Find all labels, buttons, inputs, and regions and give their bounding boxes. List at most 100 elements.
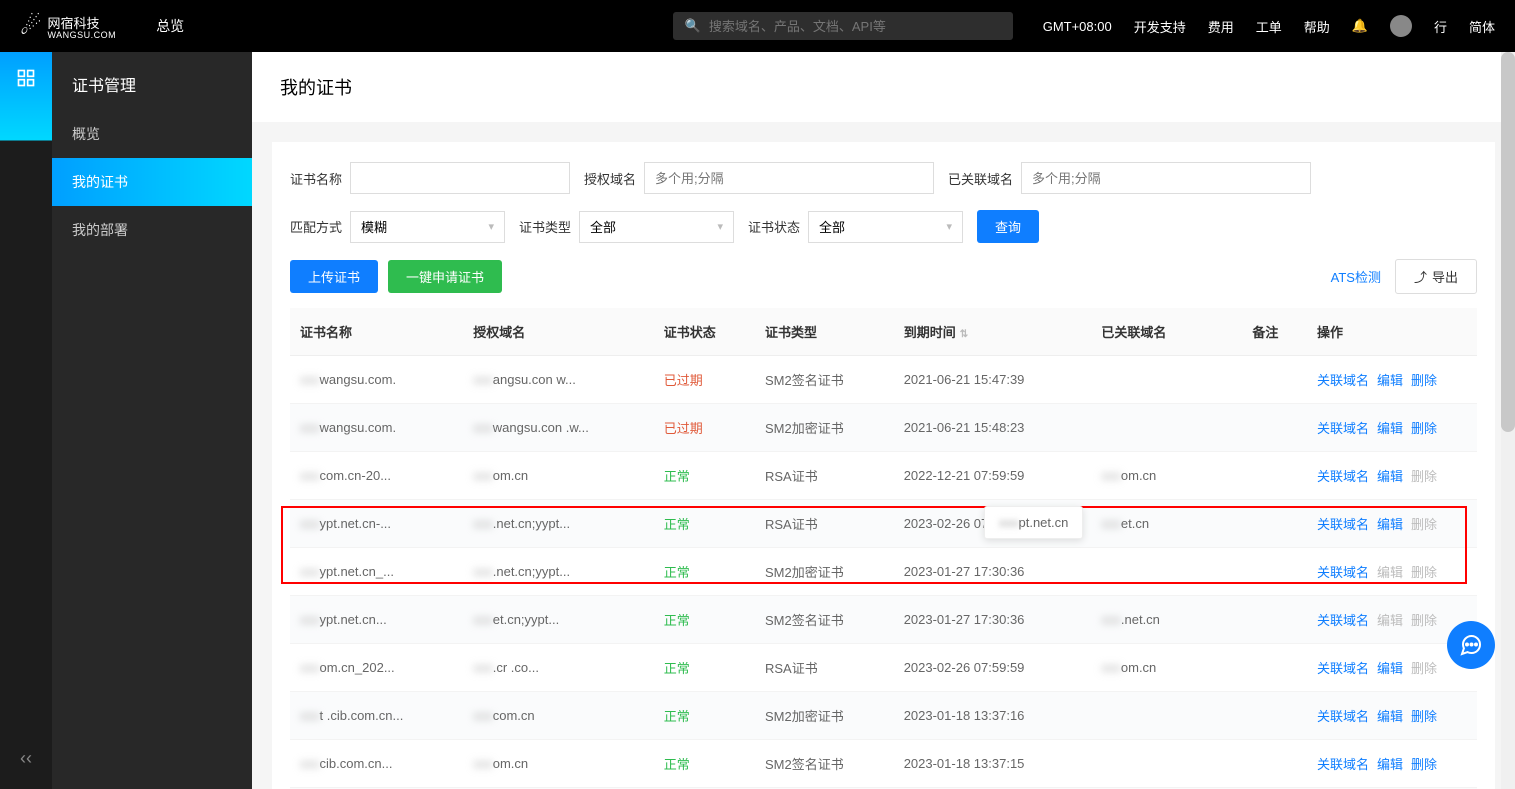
cert-table: 证书名称 授权域名 证书状态 证书类型 到期时间⇅ 已关联域名 备注 操作 xx… (290, 308, 1477, 789)
collapse-icon[interactable]: ‹‹ (20, 748, 32, 769)
edit-action[interactable]: 编辑 (1377, 661, 1403, 676)
brand-domain: WANGSU.COM (48, 30, 117, 40)
th-status[interactable]: 证书状态 (654, 308, 755, 356)
edit-action[interactable]: 编辑 (1377, 469, 1403, 484)
one-click-apply-button[interactable]: 一键申请证书 (388, 260, 502, 293)
label-cert-name: 证书名称 (290, 169, 342, 188)
th-linked[interactable]: 已关联域名 (1091, 308, 1242, 356)
link-domain-action[interactable]: 关联域名 (1317, 661, 1369, 676)
link-domain-action[interactable]: 关联域名 (1317, 373, 1369, 388)
page-title: 我的证书 (252, 52, 1515, 122)
th-name[interactable]: 证书名称 (290, 308, 463, 356)
chat-fab[interactable] (1447, 621, 1495, 669)
input-linked-domain[interactable] (1021, 162, 1311, 194)
label-cert-type: 证书类型 (519, 217, 571, 236)
sort-icon: ⇅ (960, 329, 968, 340)
link-domain-action[interactable]: 关联域名 (1317, 421, 1369, 436)
delete-action[interactable]: 删除 (1411, 469, 1437, 484)
edit-action[interactable]: 编辑 (1377, 709, 1403, 724)
secondary-nav: 证书管理 概览 我的证书 我的部署 (52, 52, 252, 789)
th-expire[interactable]: 到期时间⇅ (894, 308, 1092, 356)
table-row: xxxypt.net.cn...xxxet.cn;yypt...正常SM2签名证… (290, 596, 1477, 644)
search-icon: 🔍 (685, 18, 701, 34)
dev-support-link[interactable]: 开发支持 (1134, 17, 1186, 36)
nav-title: 证书管理 (52, 52, 252, 110)
bell-icon[interactable]: 🔔 (1352, 18, 1368, 34)
delete-action[interactable]: 删除 (1411, 421, 1437, 436)
delete-action[interactable]: 删除 (1411, 757, 1437, 772)
lang-switch[interactable]: 简体 (1469, 17, 1495, 36)
chevron-down-icon: ▾ (718, 220, 724, 233)
chevron-down-icon: ▾ (488, 220, 494, 233)
input-cert-name[interactable] (350, 162, 570, 194)
scrollbar-thumb[interactable] (1501, 52, 1515, 432)
top-header: ☄ 网宿科技 WANGSU.COM 总览 🔍 GMT+08:00 开发支持 费用… (0, 0, 1515, 52)
logo[interactable]: ☄ 网宿科技 WANGSU.COM (20, 12, 116, 41)
primary-sidebar: ‹‹ (0, 52, 52, 789)
link-domain-action[interactable]: 关联域名 (1317, 517, 1369, 532)
timezone[interactable]: GMT+08:00 (1043, 19, 1112, 34)
edit-action[interactable]: 编辑 (1377, 517, 1403, 532)
table-row: xxxom.cn_202...xxx.cr .co...正常RSA证书2023-… (290, 644, 1477, 692)
sidebar-item-my-certs[interactable]: 我的证书 (52, 158, 252, 206)
link-domain-action[interactable]: 关联域名 (1317, 757, 1369, 772)
upload-cert-button[interactable]: 上传证书 (290, 260, 378, 293)
edit-action[interactable]: 编辑 (1377, 613, 1403, 628)
apps-icon[interactable] (16, 68, 36, 88)
link-domain-action[interactable]: 关联域名 (1317, 709, 1369, 724)
search-input[interactable] (709, 19, 1001, 34)
label-auth-domain: 授权域名 (584, 169, 636, 188)
select-match-mode[interactable]: 模糊 ▾ (350, 211, 505, 243)
select-cert-status[interactable]: 全部 ▾ (808, 211, 963, 243)
table-row: xxxt .cib.com.cn...xxxcom.cn正常SM2加密证书202… (290, 692, 1477, 740)
tooltip: xxxpt.net.cn (984, 506, 1083, 539)
query-button[interactable]: 查询 (977, 210, 1039, 243)
brand-name: 网宿科技 (48, 16, 100, 31)
label-linked-domain: 已关联域名 (948, 169, 1013, 188)
user-label[interactable]: 行 (1434, 17, 1447, 36)
delete-action[interactable]: 删除 (1411, 373, 1437, 388)
upload-icon: ⤴ (1414, 267, 1427, 286)
delete-action[interactable]: 删除 (1411, 613, 1437, 628)
link-domain-action[interactable]: 关联域名 (1317, 565, 1369, 580)
global-search[interactable]: 🔍 (673, 12, 1013, 40)
th-ops[interactable]: 操作 (1307, 308, 1477, 356)
scrollbar-track[interactable] (1501, 52, 1515, 789)
label-cert-status: 证书状态 (748, 217, 800, 236)
help-link[interactable]: 帮助 (1304, 17, 1330, 36)
th-domain[interactable]: 授权域名 (463, 308, 654, 356)
edit-action[interactable]: 编辑 (1377, 565, 1403, 580)
edit-action[interactable]: 编辑 (1377, 757, 1403, 772)
table-row: xxxypt.net.cn_...xxx.net.cn;yypt...正常SM2… (290, 548, 1477, 596)
nav-overview[interactable]: 总览 (156, 16, 184, 36)
edit-action[interactable]: 编辑 (1377, 421, 1403, 436)
table-row: xxxcib.com.cn...xxxom.cn正常SM2签名证书2023-01… (290, 740, 1477, 788)
export-button[interactable]: ⤴ 导出 (1395, 259, 1477, 294)
chat-icon (1459, 633, 1483, 657)
sidebar-item-overview[interactable]: 概览 (52, 110, 252, 158)
content-card: 证书名称 授权域名 已关联域名 匹配方式 模糊 ▾ (272, 142, 1495, 789)
ticket-link[interactable]: 工单 (1256, 17, 1282, 36)
input-auth-domain[interactable] (644, 162, 934, 194)
link-domain-action[interactable]: 关联域名 (1317, 469, 1369, 484)
delete-action[interactable]: 删除 (1411, 709, 1437, 724)
logo-icon: ☄ (20, 12, 42, 41)
th-type[interactable]: 证书类型 (755, 308, 894, 356)
select-cert-type[interactable]: 全部 ▾ (579, 211, 734, 243)
edit-action[interactable]: 编辑 (1377, 373, 1403, 388)
avatar[interactable] (1390, 15, 1412, 37)
delete-action[interactable]: 删除 (1411, 517, 1437, 532)
sidebar-item-my-deploy[interactable]: 我的部署 (52, 206, 252, 254)
table-row: xxxwangsu.com.xxxwangsu.con .w...已过期SM2加… (290, 404, 1477, 452)
chevron-down-icon: ▾ (947, 220, 953, 233)
delete-action[interactable]: 删除 (1411, 565, 1437, 580)
link-domain-action[interactable]: 关联域名 (1317, 613, 1369, 628)
ats-check-link[interactable]: ATS检测 (1331, 267, 1381, 286)
header-right: GMT+08:00 开发支持 费用 工单 帮助 🔔 行 简体 (1043, 15, 1495, 37)
table-row: xxxwangsu.com.xxxangsu.con w...已过期SM2签名证… (290, 356, 1477, 404)
delete-action[interactable]: 删除 (1411, 661, 1437, 676)
table-row: xxxcom.cn-20...xxxom.cn正常RSA证书2022-12-21… (290, 452, 1477, 500)
label-match-mode: 匹配方式 (290, 217, 342, 236)
th-remark[interactable]: 备注 (1242, 308, 1307, 356)
fee-link[interactable]: 费用 (1208, 17, 1234, 36)
